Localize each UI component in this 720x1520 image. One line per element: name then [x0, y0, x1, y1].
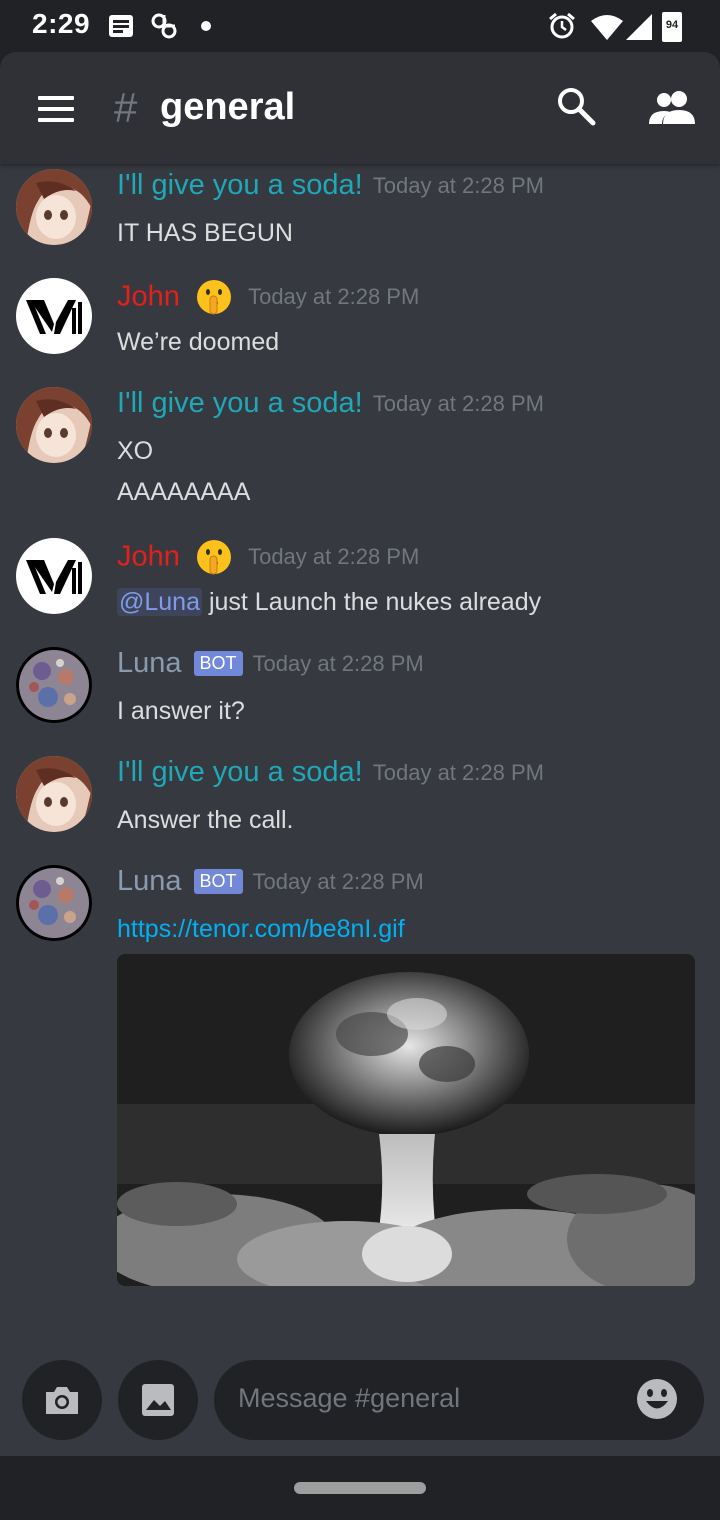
alarm-icon: [549, 12, 575, 39]
message-header: I'll give you a soda! Today at 2:28 PM: [117, 169, 544, 202]
shushing-face-icon: [196, 540, 231, 575]
message-header: Luna BOT Today at 2:28 PM: [117, 647, 424, 680]
message-line: AAAAAAAA: [117, 478, 251, 506]
image-icon: [142, 1384, 174, 1416]
message-header: John Today at 2:28 PM: [117, 538, 419, 576]
home-gesture-handle[interactable]: [294, 1482, 426, 1494]
message-input[interactable]: Message #general: [214, 1360, 704, 1440]
message-text: IT HAS BEGUN: [117, 213, 293, 254]
author-name[interactable]: John: [117, 541, 180, 573]
message-line: IT HAS BEGUN: [117, 219, 293, 247]
battery-icon: 94: [662, 12, 682, 42]
message-text: I answer it?: [117, 691, 245, 732]
gif-link[interactable]: https://tenor.com/be8nI.gif: [117, 915, 405, 943]
channel-hash: #: [114, 84, 138, 131]
v-logo-avatar[interactable]: [16, 278, 92, 354]
timestamp: Today at 2:28 PM: [252, 868, 424, 894]
emoji-icon[interactable]: [636, 1378, 678, 1420]
moon-avatar[interactable]: [16, 865, 92, 941]
anime-girl-avatar[interactable]: [16, 756, 92, 832]
channel-header: # general: [0, 52, 720, 164]
message-list[interactable]: I'll give you a soda! Today at 2:28 PM IT…: [0, 164, 720, 1354]
author-name[interactable]: Luna: [117, 865, 182, 897]
author-name[interactable]: John: [117, 281, 180, 313]
message-text: @Luna just Launch the nukes already: [117, 582, 541, 623]
moon-avatar[interactable]: [16, 647, 92, 723]
shushing-face-icon: [196, 280, 231, 315]
search-icon[interactable]: [556, 86, 596, 126]
pinwheel-notification-icon: [151, 13, 177, 39]
timestamp: Today at 2:28 PM: [252, 650, 424, 676]
camera-icon: [46, 1387, 78, 1414]
battery-level: 94: [665, 19, 679, 31]
v-logo-avatar[interactable]: [16, 538, 92, 614]
message-header: John Today at 2:28 PM: [117, 278, 419, 316]
author-name[interactable]: I'll give you a soda!: [117, 169, 363, 201]
members-icon[interactable]: [648, 90, 696, 124]
bot-tag: BOT: [193, 869, 243, 894]
anime-girl-avatar[interactable]: [16, 169, 92, 245]
message-line: just Launch the nukes already: [202, 588, 542, 616]
dot-notification-icon: [201, 21, 211, 31]
message-line: XO: [117, 437, 154, 465]
message-input-bar: Message #general: [0, 1354, 720, 1456]
status-time: 2:29: [32, 8, 91, 39]
message-header: I'll give you a soda! Today at 2:28 PM: [117, 756, 544, 789]
author-name[interactable]: Luna: [117, 647, 182, 679]
wifi-icon: [591, 15, 623, 40]
menu-icon[interactable]: [38, 96, 74, 122]
status-bar: 2:29 94: [0, 0, 720, 52]
message-header: I'll give you a soda! Today at 2:28 PM: [117, 387, 544, 420]
bot-tag: BOT: [193, 651, 243, 676]
message-line: Answer the call.: [117, 806, 294, 834]
message-text: XO AAAAAAAA: [117, 431, 250, 513]
anime-girl-avatar[interactable]: [16, 387, 92, 463]
timestamp: Today at 2:28 PM: [248, 284, 420, 309]
timestamp: Today at 2:28 PM: [372, 759, 544, 785]
user-mention[interactable]: @Luna: [117, 588, 202, 616]
timestamp: Today at 2:28 PM: [372, 390, 544, 416]
system-nav-bar: [0, 1456, 720, 1520]
cell-signal-icon: [626, 14, 652, 40]
author-name[interactable]: I'll give you a soda!: [117, 756, 363, 788]
message-header: Luna BOT Today at 2:28 PM: [117, 865, 424, 898]
author-name[interactable]: I'll give you a soda!: [117, 387, 363, 419]
message-text: We’re doomed: [117, 322, 279, 363]
timestamp: Today at 2:28 PM: [372, 172, 544, 198]
camera-button[interactable]: [22, 1360, 102, 1440]
message-input-placeholder: Message #general: [238, 1383, 461, 1413]
message-text: Answer the call.: [117, 800, 293, 841]
message-line: I answer it?: [117, 697, 245, 725]
mushroom-cloud-gif[interactable]: [117, 954, 695, 1286]
gallery-button[interactable]: [118, 1360, 198, 1440]
message-line: We’re doomed: [117, 328, 280, 356]
channel-title: general: [160, 86, 296, 128]
timestamp: Today at 2:28 PM: [248, 544, 420, 569]
news-notification-icon: [109, 15, 133, 37]
message-text: https://tenor.com/be8nI.gif: [117, 909, 405, 950]
